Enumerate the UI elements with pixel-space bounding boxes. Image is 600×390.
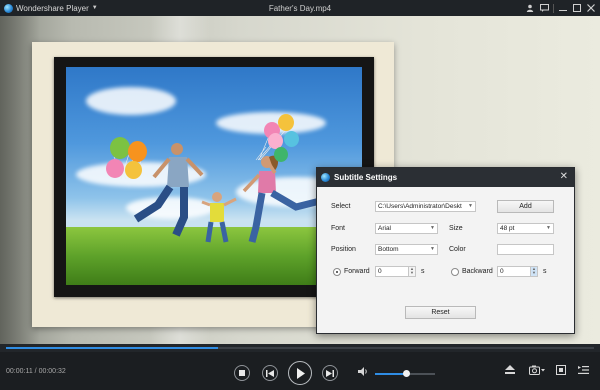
stepper-arrows-icon[interactable]: ▲ ▼ xyxy=(530,267,537,276)
chevron-down-icon: ▼ xyxy=(430,246,435,252)
select-label: Select xyxy=(331,203,351,210)
size-value: 48 pt xyxy=(500,225,515,232)
stop-icon xyxy=(239,370,245,376)
next-button[interactable] xyxy=(322,365,338,381)
forward-stepper[interactable]: 0 ▲ ▼ xyxy=(375,266,416,277)
app-name: Wondershare Player xyxy=(16,3,89,13)
add-button[interactable]: Add xyxy=(497,200,554,213)
player-window: Wondershare Player ▼ Father's Day.mp4 Su… xyxy=(0,0,600,390)
backward-radio[interactable] xyxy=(451,268,459,276)
control-bar: 00:00:11 / 00:00:32 xyxy=(0,352,600,390)
volume-icon[interactable] xyxy=(358,367,368,378)
backward-unit: s xyxy=(543,268,547,275)
balloon xyxy=(128,141,147,162)
close-icon[interactable] xyxy=(584,0,598,16)
subtitle-file-value: C:\Users\Administrator\Deskt xyxy=(378,203,462,210)
position-label: Position xyxy=(331,246,356,253)
forward-radio[interactable] xyxy=(333,268,341,276)
time-display: 00:00:11 / 00:00:32 xyxy=(6,368,66,375)
balloon xyxy=(284,131,299,147)
forward-unit: s xyxy=(421,268,425,275)
minimize-icon[interactable] xyxy=(556,0,570,16)
window-controls xyxy=(523,0,598,16)
chevron-down-icon: ▼ xyxy=(91,5,98,11)
backward-stepper[interactable]: 0 ▲ ▼ xyxy=(497,266,538,277)
position-value: Bottom xyxy=(378,246,399,253)
font-value: Arial xyxy=(378,225,392,232)
app-logo-icon xyxy=(321,173,330,182)
chat-icon[interactable] xyxy=(537,0,551,16)
color-picker[interactable] xyxy=(497,244,554,255)
position-dropdown[interactable]: Bottom ▼ xyxy=(375,244,438,255)
skip-back-icon xyxy=(266,369,274,377)
dialog-title-bar: Subtitle Settings xyxy=(317,168,574,187)
reset-button[interactable]: Reset xyxy=(405,306,476,319)
skip-forward-icon xyxy=(326,369,334,377)
balloon xyxy=(278,114,294,131)
forward-label: Forward xyxy=(344,268,370,275)
play-button[interactable] xyxy=(288,361,312,385)
camera-icon[interactable] xyxy=(529,365,545,378)
subtitle-file-dropdown[interactable]: C:\Users\Administrator\Deskt ▼ xyxy=(375,201,476,212)
forward-value: 0 xyxy=(378,268,382,275)
volume-handle[interactable] xyxy=(403,370,411,377)
backward-value: 0 xyxy=(500,268,504,275)
stepper-arrows-icon[interactable]: ▲ ▼ xyxy=(408,267,415,276)
play-icon xyxy=(296,367,305,379)
close-icon[interactable]: ✕ xyxy=(560,171,568,182)
app-logo-icon xyxy=(4,3,13,13)
size-label: Size xyxy=(449,225,463,232)
volume-level xyxy=(375,373,407,375)
balloon xyxy=(110,137,130,159)
maximize-icon[interactable] xyxy=(570,0,584,16)
chevron-down-icon: ▼ xyxy=(430,225,435,231)
chevron-down-icon: ▼ xyxy=(468,203,473,209)
stop-button[interactable] xyxy=(234,365,250,381)
title-bar: Wondershare Player ▼ Father's Day.mp4 xyxy=(0,0,600,16)
seek-bar[interactable] xyxy=(0,344,600,352)
playlist-icon[interactable] xyxy=(578,365,589,378)
color-label: Color xyxy=(449,246,466,253)
font-label: Font xyxy=(331,225,346,232)
dialog-title: Subtitle Settings xyxy=(334,173,398,182)
app-menu[interactable]: Wondershare Player ▼ xyxy=(0,3,98,13)
backward-label: Backward xyxy=(462,268,493,275)
balloon xyxy=(125,161,142,179)
eject-icon[interactable] xyxy=(505,365,515,377)
balloon xyxy=(274,147,288,162)
size-dropdown[interactable]: 48 pt ▼ xyxy=(497,223,554,234)
previous-button[interactable] xyxy=(262,365,278,381)
balloon xyxy=(106,159,124,178)
separator xyxy=(553,3,554,13)
fullscreen-icon[interactable] xyxy=(556,365,566,378)
subtitle-settings-dialog: Subtitle Settings ✕ Select C:\Users\Admi… xyxy=(316,167,575,334)
seek-progress xyxy=(6,347,218,349)
user-icon[interactable] xyxy=(523,0,537,16)
chevron-down-icon: ▼ xyxy=(546,225,551,231)
font-dropdown[interactable]: Arial ▼ xyxy=(375,223,438,234)
